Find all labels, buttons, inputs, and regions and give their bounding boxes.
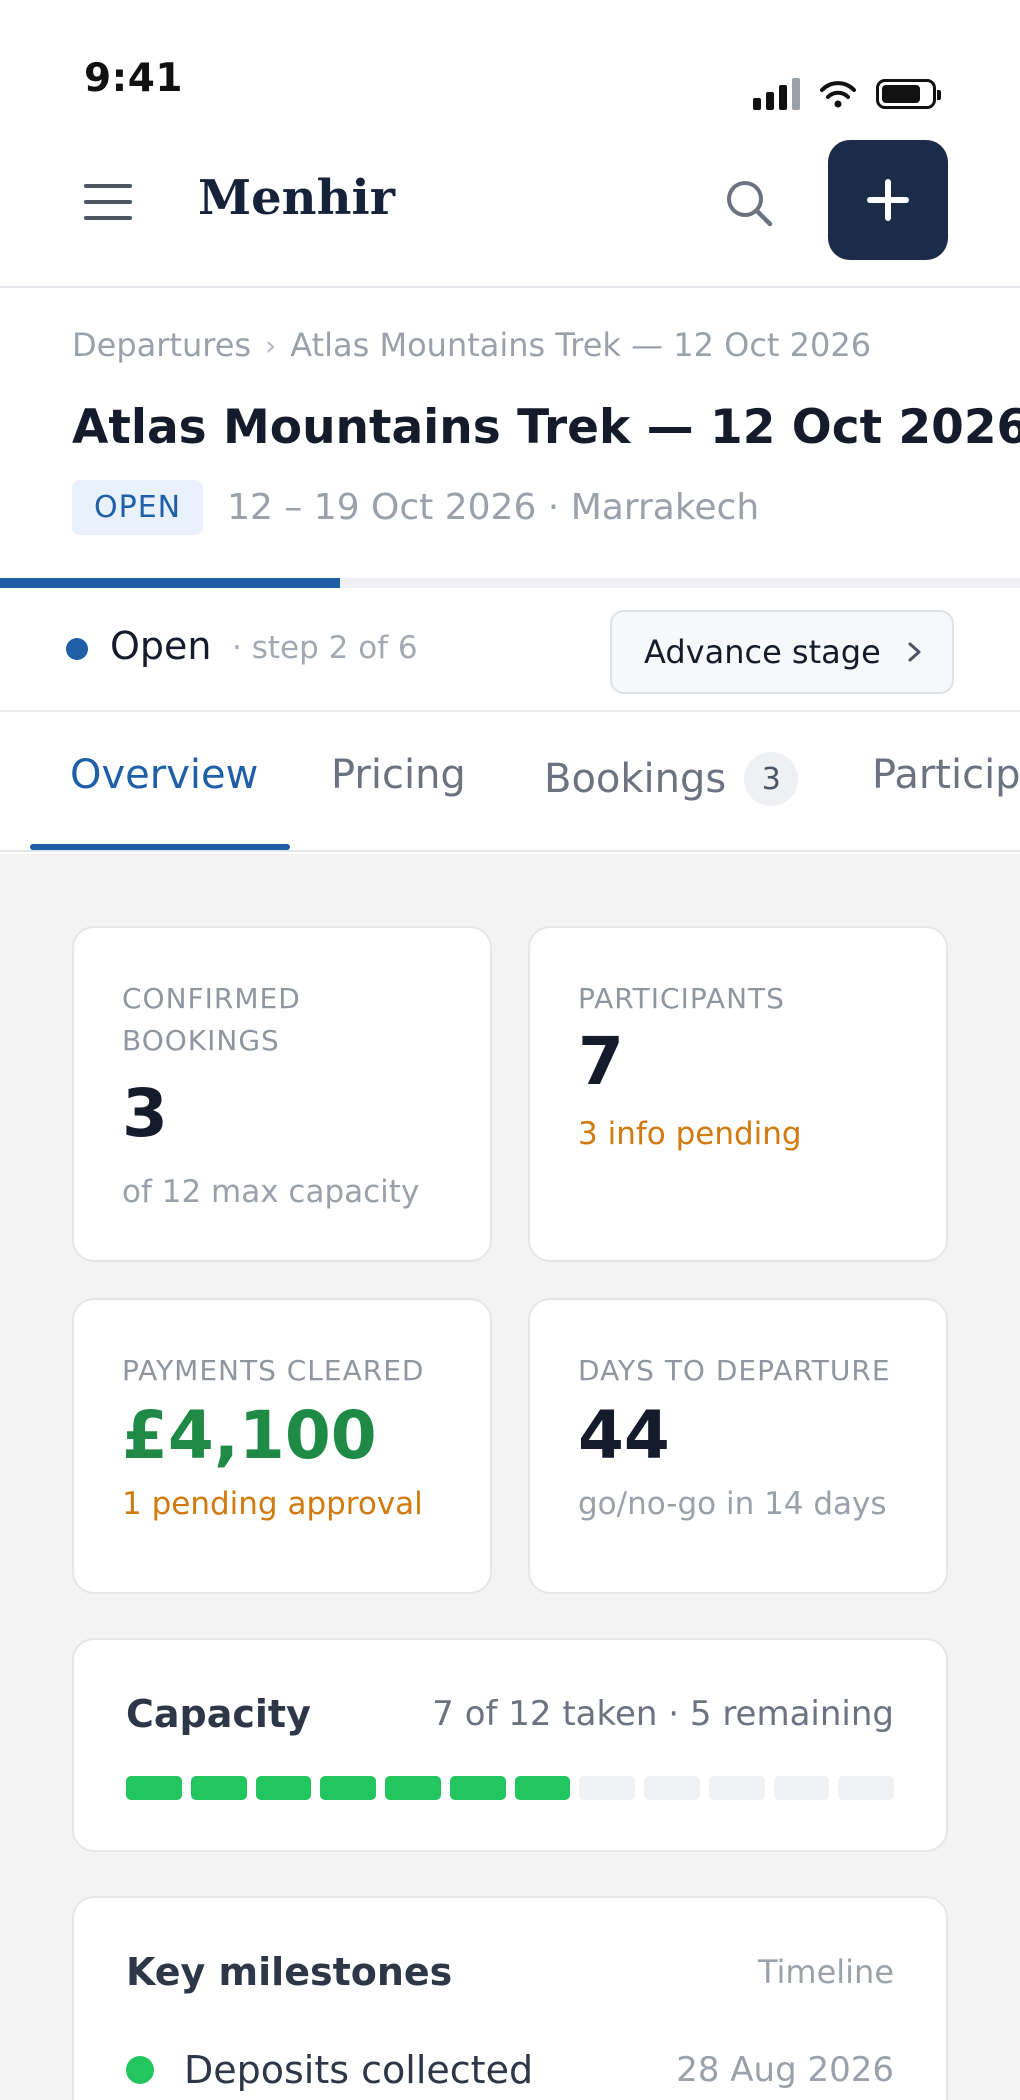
tab-label: Participants bbox=[872, 752, 1020, 798]
capacity-title: Capacity bbox=[126, 1692, 311, 1736]
capacity-segment-taken bbox=[514, 1776, 571, 1800]
capacity-card: Capacity 7 of 12 taken · 5 remaining bbox=[72, 1638, 948, 1852]
breadcrumb: Departures › Atlas Mountains Trek — 12 O… bbox=[72, 326, 871, 364]
stat-subtext: of 12 max capacity bbox=[122, 1174, 420, 1210]
battery-icon bbox=[876, 79, 941, 109]
stage-status-dot bbox=[66, 638, 88, 660]
milestones-title: Key milestones bbox=[126, 1950, 453, 1994]
overview-content: CONFIRMED BOOKINGS 3 of 12 max capacity … bbox=[0, 854, 1020, 2100]
stage-progress-fill bbox=[0, 578, 340, 588]
capacity-bar bbox=[126, 1776, 894, 1800]
menu-icon[interactable] bbox=[84, 184, 132, 220]
wifi-icon bbox=[820, 81, 856, 108]
stat-value: 7 bbox=[578, 1023, 624, 1100]
status-icons bbox=[753, 78, 941, 110]
stat-label: PARTICIPANTS bbox=[578, 982, 785, 1015]
capacity-segment-free bbox=[773, 1776, 830, 1800]
milestones-header: Key milestones Timeline bbox=[126, 1950, 894, 1994]
tab-label: Pricing bbox=[331, 752, 466, 798]
capacity-segment-free bbox=[708, 1776, 765, 1800]
breadcrumb-separator: › bbox=[265, 328, 277, 362]
brand-logo: Menhir bbox=[198, 170, 395, 226]
status-time: 9:41 bbox=[84, 56, 184, 101]
tab-bar: Overview Pricing Bookings 3 Participants bbox=[0, 714, 1020, 852]
tab-label: Overview bbox=[70, 752, 259, 798]
capacity-segment-taken bbox=[320, 1776, 376, 1800]
stage-progress-bar bbox=[0, 578, 1020, 588]
capacity-segment-taken bbox=[190, 1776, 247, 1800]
search-icon[interactable] bbox=[722, 176, 776, 230]
stat-card-confirmed-bookings[interactable]: CONFIRMED BOOKINGS 3 of 12 max capacity bbox=[72, 926, 492, 1262]
meta-row: OPEN 12 – 19 Oct 2026 · Marrakech bbox=[72, 480, 759, 535]
app-bar: Menhir bbox=[0, 130, 1020, 288]
advance-stage-button[interactable]: Advance stage bbox=[610, 610, 954, 694]
stat-subtext: 1 pending approval bbox=[122, 1486, 423, 1522]
stage-step: · step 2 of 6 bbox=[232, 630, 418, 666]
milestone-date: 28 Aug 2026 bbox=[676, 2050, 894, 2090]
milestone-row[interactable]: Deposits collected 28 Aug 2026 bbox=[126, 2048, 894, 2092]
capacity-segment-taken bbox=[449, 1776, 506, 1800]
chevron-right-icon bbox=[908, 642, 921, 662]
capacity-segment-taken bbox=[255, 1776, 312, 1800]
stage-label: Open bbox=[110, 624, 212, 668]
stat-value: 44 bbox=[578, 1397, 670, 1474]
stat-subtext: 3 info pending bbox=[578, 1116, 802, 1152]
add-button[interactable] bbox=[828, 140, 948, 260]
timeline-link[interactable]: Timeline bbox=[758, 1953, 894, 1991]
stat-label: CONFIRMED BOOKINGS bbox=[122, 982, 301, 1057]
capacity-segment-free bbox=[579, 1776, 635, 1800]
tab-pricing[interactable]: Pricing bbox=[331, 752, 466, 798]
active-tab-indicator bbox=[30, 844, 290, 850]
page-title: Atlas Mountains Trek — 12 Oct 2026 bbox=[72, 400, 1020, 455]
stat-card-participants[interactable]: PARTICIPANTS 7 3 info pending bbox=[528, 926, 948, 1262]
departure-meta: 12 – 19 Oct 2026 · Marrakech bbox=[227, 487, 760, 528]
stat-label: DAYS TO DEPARTURE bbox=[578, 1354, 891, 1387]
stat-label: PAYMENTS CLEARED bbox=[122, 1354, 425, 1387]
capacity-segment-taken bbox=[126, 1776, 182, 1800]
plus-icon bbox=[867, 179, 909, 221]
page-header: Departures › Atlas Mountains Trek — 12 O… bbox=[0, 290, 1020, 580]
capacity-summary: 7 of 12 taken · 5 remaining bbox=[432, 1694, 894, 1734]
tab-bookings[interactable]: Bookings 3 bbox=[544, 752, 799, 806]
capacity-segment-free bbox=[838, 1776, 894, 1800]
milestone-status-dot bbox=[126, 2056, 154, 2084]
tab-overview[interactable]: Overview bbox=[70, 752, 258, 798]
bookings-count-badge: 3 bbox=[744, 752, 799, 806]
milestones-card: Key milestones Timeline Deposits collect… bbox=[72, 1896, 948, 2100]
capacity-header: Capacity 7 of 12 taken · 5 remaining bbox=[126, 1692, 894, 1736]
breadcrumb-current: Atlas Mountains Trek — 12 Oct 2026 bbox=[290, 326, 872, 364]
capacity-segment-free bbox=[644, 1776, 700, 1800]
stat-card-days-to-departure[interactable]: DAYS TO DEPARTURE 44 go/no-go in 14 days bbox=[528, 1298, 948, 1594]
tab-participants[interactable]: Participants bbox=[872, 752, 1020, 798]
signal-icon bbox=[753, 78, 800, 110]
stat-value: 3 bbox=[122, 1075, 168, 1152]
stat-value: £4,100 bbox=[122, 1397, 377, 1474]
stat-card-payments-cleared[interactable]: PAYMENTS CLEARED £4,100 1 pending approv… bbox=[72, 1298, 492, 1594]
breadcrumb-root[interactable]: Departures bbox=[72, 326, 251, 364]
stat-subtext: go/no-go in 14 days bbox=[578, 1486, 887, 1522]
capacity-segment-taken bbox=[385, 1776, 441, 1800]
tab-label: Bookings bbox=[544, 756, 727, 802]
milestone-label: Deposits collected bbox=[184, 2048, 534, 2092]
advance-stage-label: Advance stage bbox=[644, 633, 881, 671]
status-badge: OPEN bbox=[72, 480, 204, 535]
status-bar: 9:41 bbox=[0, 0, 1020, 130]
stage-row: Open · step 2 of 6 Advance stage bbox=[0, 588, 1020, 712]
